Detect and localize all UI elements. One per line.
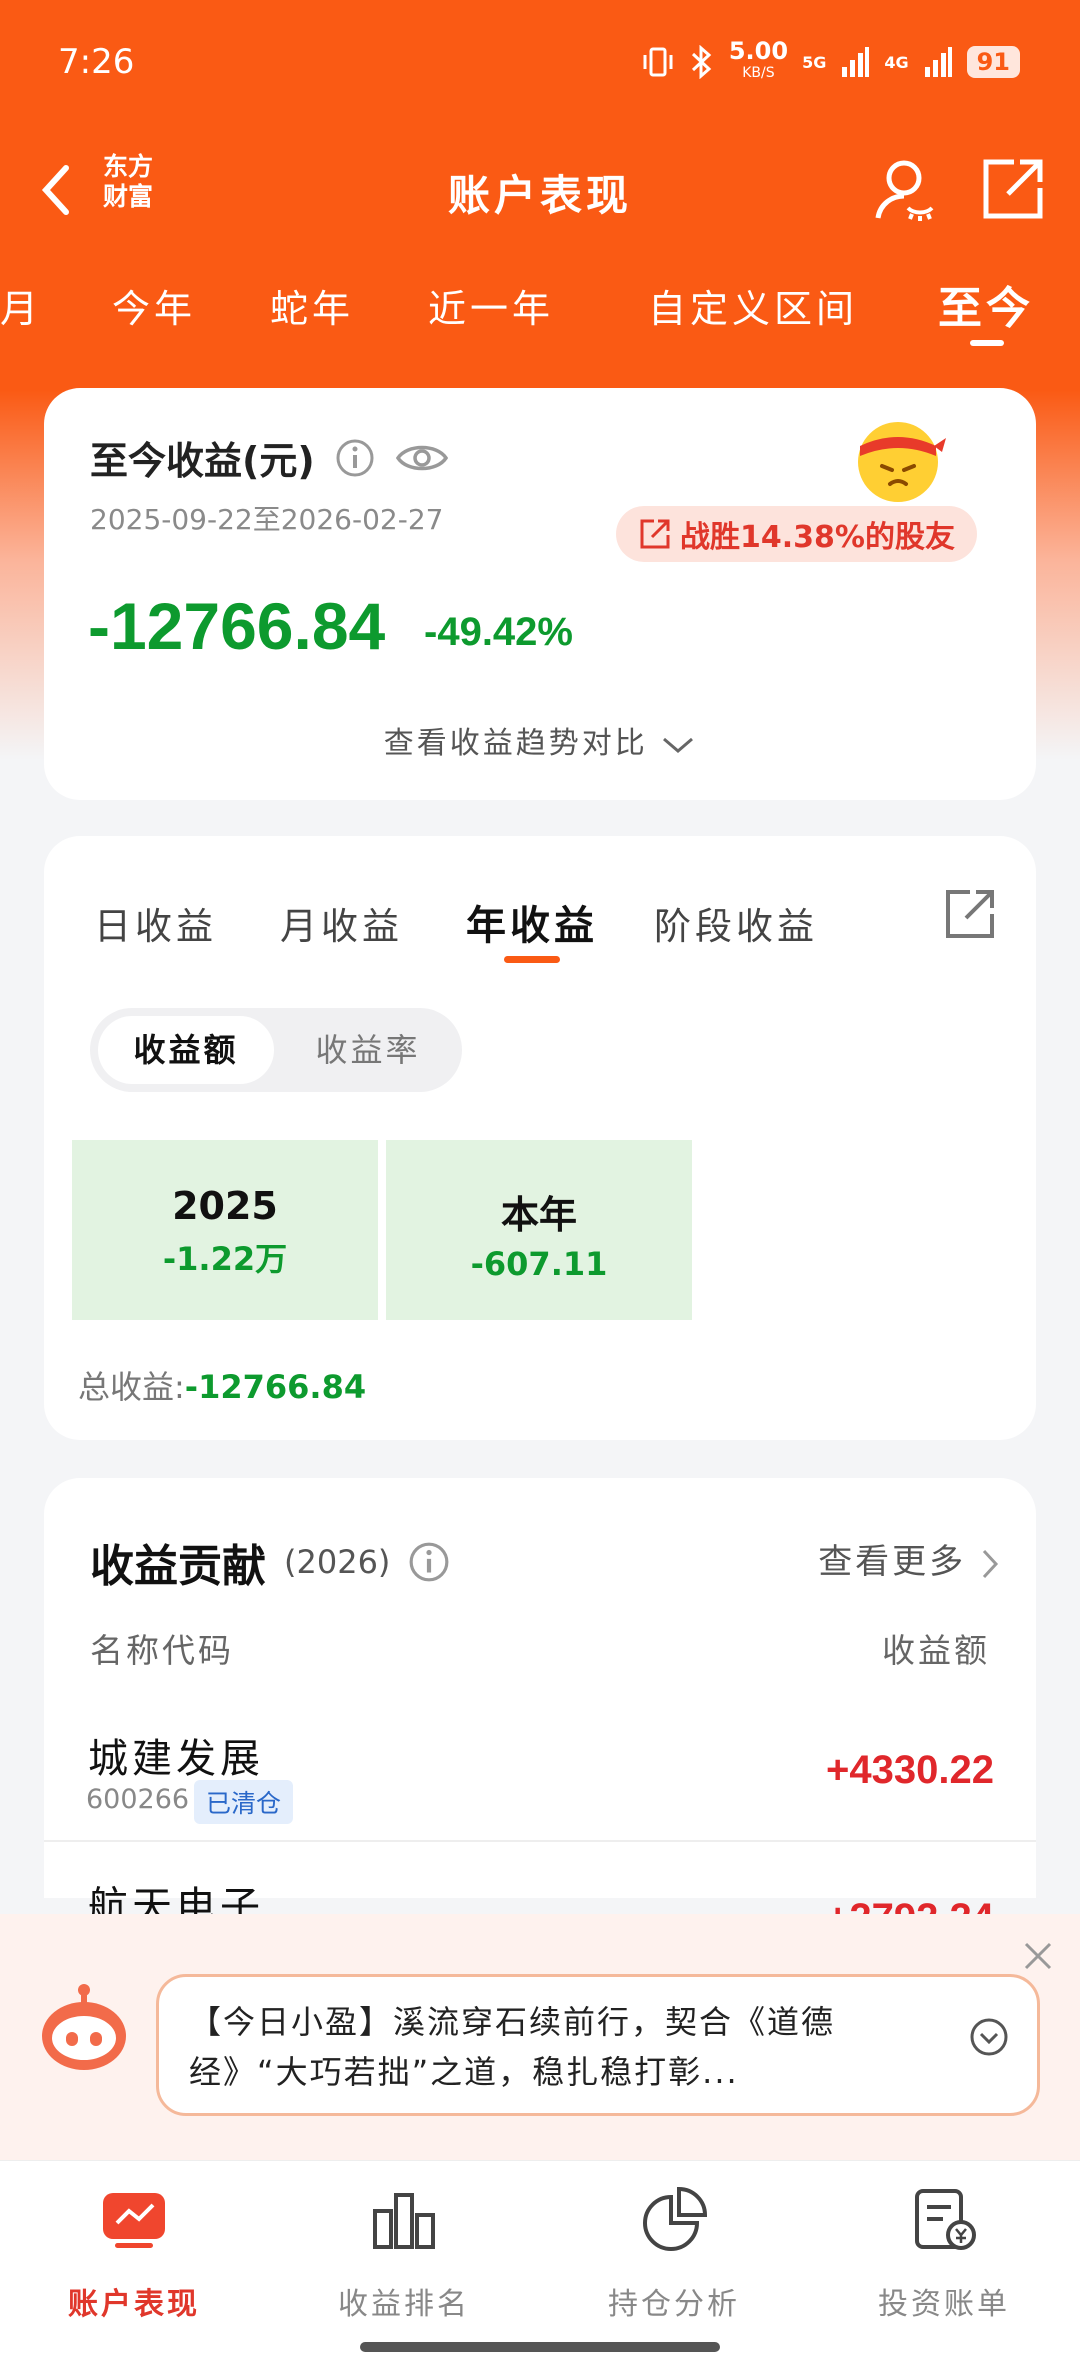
robot-assistant-icon[interactable] [36,1980,132,2076]
eye-icon[interactable] [395,438,449,478]
toggle-rate[interactable]: 收益率 [280,1016,456,1084]
see-more-link[interactable]: 查看更多 [818,1534,1000,1583]
status-time: 7:26 [58,42,135,82]
stock-name: 城建发展 [88,1736,264,1782]
stock-return: +4330.22 [826,1748,994,1792]
year-tile-current[interactable]: 本年 -607.11 [386,1140,692,1320]
contribution-title-row: 收益贡献 (2026) [90,1530,450,1594]
returns-card: 日收益 月收益 年收益 阶段收益 收益额 收益率 2025 -1.22万 本年 … [44,836,1036,1440]
tip-text: 【今日小盈】溪流穿石续前行，契合《道德经》“大巧若拙”之道，稳扎稳打彰... [189,2003,836,2091]
column-return-amount: 收益额 [882,1631,990,1670]
period-tabs: 月 今年 蛇年 近一年 自定义区间 至今 [0,278,1080,358]
contribution-year: (2026) [284,1543,391,1581]
date-range: 2025-09-22至2026-02-27 [90,503,444,536]
ranking-icon [373,2193,435,2249]
vibrate-icon [643,47,673,77]
total-return-label: 总收益: [78,1368,185,1406]
tab-monthly-return[interactable]: 月收益 [280,896,403,950]
nav-label: 持仓分析 [608,2287,740,2322]
nav-label: 收益排名 [338,2287,470,2322]
expand-icon[interactable] [969,2017,1009,2057]
year-tile-2025[interactable]: 2025 -1.22万 [72,1140,378,1320]
pie-chart-icon [643,2186,708,2251]
tab-this-year[interactable]: 今年 [112,278,196,333]
nav-label: 账户表现 [68,2287,200,2322]
stock-code: 600266 [86,1784,190,1815]
amount-rate-toggle: 收益额 收益率 [90,1008,462,1092]
year-value: -607.11 [470,1245,608,1283]
speed-unit: KB/S [742,65,775,81]
period-tab-indicator [970,340,1004,346]
nav-investment-bill[interactable]: 投资账单 [844,2185,1044,2323]
contribution-title: 收益贡献 [90,1541,266,1592]
total-return-amount: -12766.84 [88,589,386,663]
compare-trend-link[interactable]: 查看收益趋势对比 [44,718,1036,762]
status-bar: 7:26 5.00 KB/S 5G 4G 91 [0,0,1080,120]
total-return-percent: -49.42% [424,610,573,654]
tip-bubble[interactable]: 【今日小盈】溪流穿石续前行，契合《道德经》“大巧若拙”之道，稳扎稳打彰... [156,1974,1040,2116]
signal-icon-2 [924,47,952,77]
net-4g-label: 4G [884,52,909,72]
returns-tab-indicator [504,956,560,963]
bluetooth-icon [691,45,712,79]
performance-icon [103,2193,165,2248]
contribution-card: 收益贡献 (2026) 查看更多 名称代码 收益额 城建发展 600266 已清… [44,1478,1036,1940]
see-more-label: 查看更多 [818,1542,967,1582]
column-name-code: 名称代码 [90,1631,234,1670]
share-icon[interactable] [978,154,1048,224]
year-label: 本年 [500,1193,577,1237]
nav-return-ranking[interactable]: 收益排名 [304,2185,504,2323]
network-speed: 5.00 KB/S [728,37,789,84]
info-icon[interactable] [408,1541,450,1583]
nav-label: 投资账单 [878,2287,1010,2322]
tab-to-date[interactable]: 至今 [938,272,1034,336]
nav-account-performance[interactable]: 账户表现 [34,2185,234,2323]
summary-title-row: 至今收益(元) [90,430,449,485]
nav-holding-analysis[interactable]: 持仓分析 [574,2185,774,2323]
summary-title: 至今收益(元) [90,439,315,483]
tab-snake-year[interactable]: 蛇年 [270,278,354,333]
bill-icon [915,2189,976,2250]
tab-last-year[interactable]: 近一年 [428,278,554,333]
tab-yearly-return[interactable]: 年收益 [466,893,598,951]
tab-stage-return[interactable]: 阶段收益 [654,896,818,950]
status-icons: 5.00 KB/S 5G 4G 91 [641,37,1020,84]
mascot-icon [858,422,946,502]
year-label: 2025 [172,1184,278,1228]
total-return-value: -12766.84 [184,1368,367,1406]
beat-peers-badge[interactable]: 战胜14.38%的股友 [616,506,977,562]
toggle-amount[interactable]: 收益额 [98,1016,274,1084]
tab-daily-return[interactable]: 日收益 [94,896,217,950]
info-icon[interactable] [335,438,375,478]
compare-trend-label: 查看收益趋势对比 [383,726,648,761]
cleared-badge: 已清仓 [194,1780,294,1824]
daily-tip-banner: 【今日小盈】溪流穿石续前行，契合《道德经》“大巧若拙”之道，稳扎稳打彰... [0,1914,1080,2160]
app-header: 东方 财富 账户表现 [0,140,1080,240]
tab-month[interactable]: 月 [0,278,42,333]
summary-card: 至今收益(元) 2025-09-22至2026-02-27 战胜14.38%的股… [44,388,1036,800]
user-privacy-icon[interactable] [870,154,940,224]
close-icon[interactable] [1020,1938,1056,1974]
export-icon[interactable] [942,886,998,942]
share-small-icon [640,519,670,549]
net-5g-label: 5G [802,52,827,72]
signal-icon [842,47,870,77]
home-indicator[interactable] [360,2342,720,2352]
tab-custom-range[interactable]: 自定义区间 [648,278,858,333]
battery-indicator: 91 [966,46,1020,78]
year-value: -1.22万 [162,1240,288,1278]
total-return-row: 总收益:-12766.84 [78,1362,366,1408]
speed-value: 5.00 [728,37,789,65]
beat-peers-text: 战胜14.38%的股友 [680,520,955,555]
row-divider [44,1840,1036,1842]
chevron-right-icon [982,1549,999,1578]
chevron-down-icon [663,737,694,753]
